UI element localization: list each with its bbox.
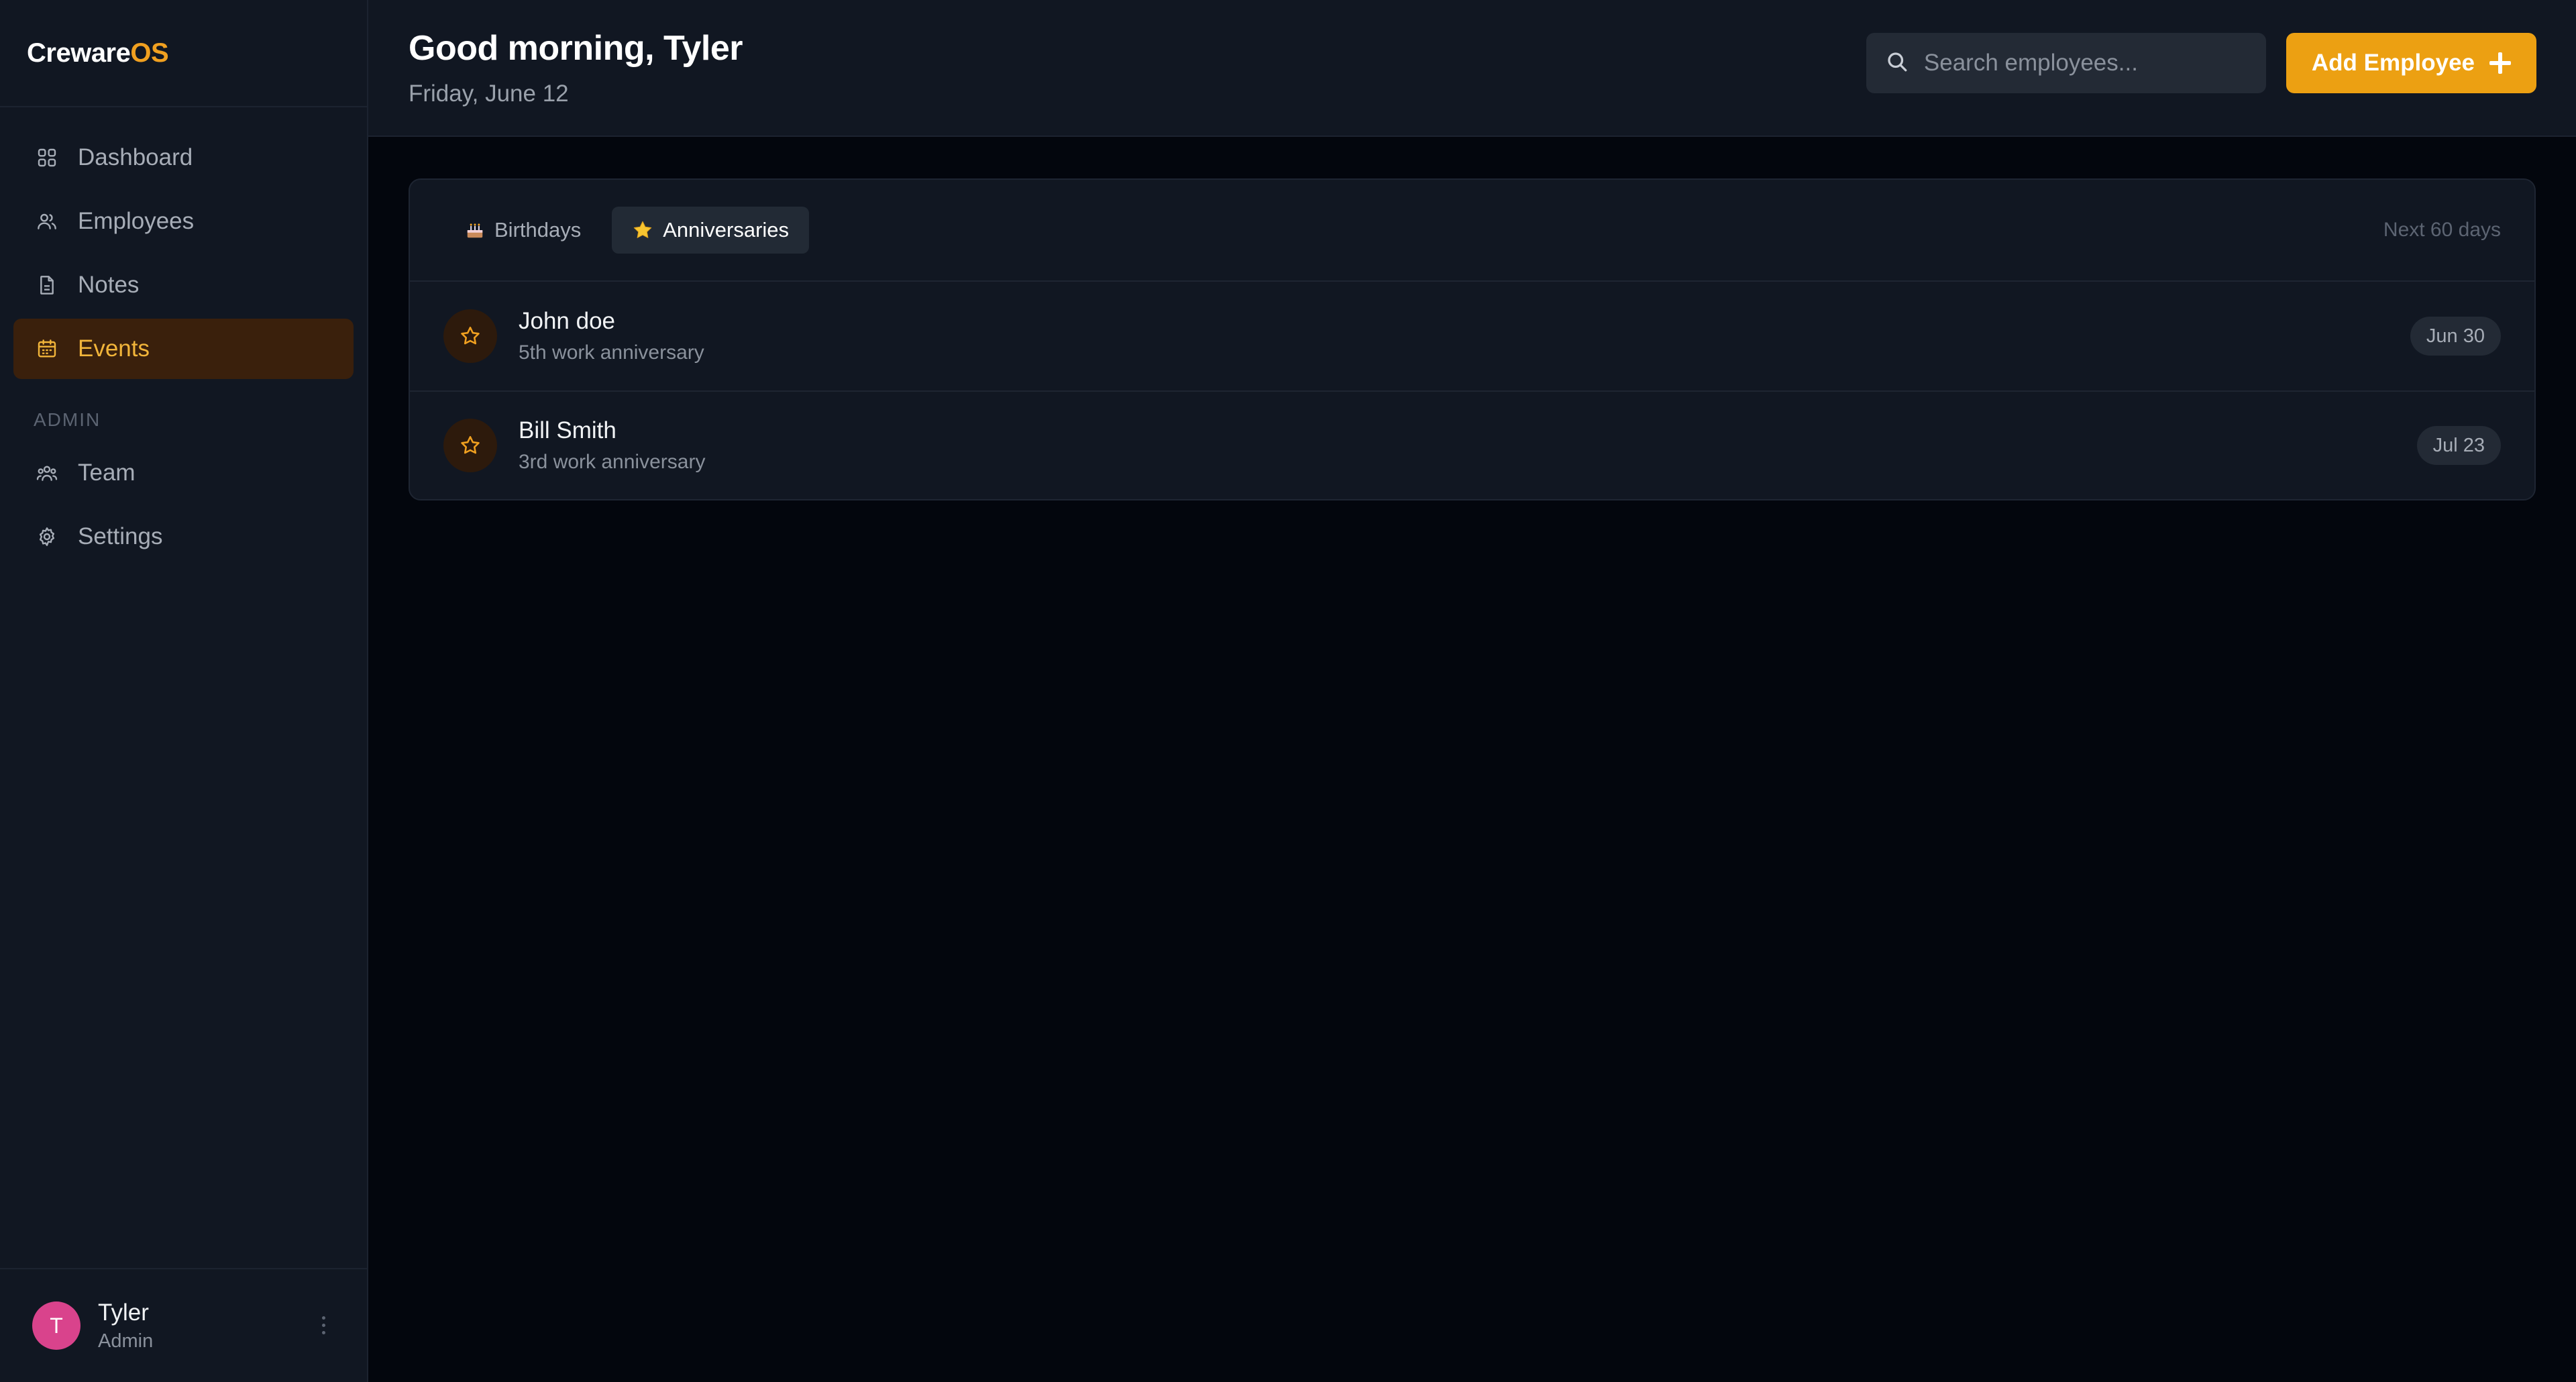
- top-bar: Good morning, Tyler Friday, June 12 Add …: [368, 0, 2576, 137]
- events-card: Birthdays Anniversaries Next 60 days Joh…: [409, 178, 2536, 500]
- events-card-header: Birthdays Anniversaries Next 60 days: [410, 180, 2534, 282]
- tab-anniversaries[interactable]: Anniversaries: [612, 207, 810, 254]
- page-title: Good morning, Tyler: [409, 29, 743, 68]
- plus-icon: [2489, 52, 2511, 74]
- sidebar-item-label: Events: [78, 335, 150, 362]
- list-item[interactable]: Bill Smith 3rd work anniversary Jul 23: [410, 390, 2534, 499]
- date-range-label: Next 60 days: [2383, 219, 2501, 241]
- sidebar-item-dashboard[interactable]: Dashboard: [13, 127, 354, 188]
- employee-name: Bill Smith: [519, 417, 616, 443]
- star-icon: [443, 309, 497, 363]
- user-name: Tyler: [98, 1299, 149, 1326]
- users-icon: [35, 209, 59, 233]
- sidebar-item-settings[interactable]: Settings: [13, 507, 354, 567]
- event-date-badge: Jun 30: [2410, 317, 2501, 356]
- avatar: T: [32, 1301, 80, 1350]
- sidebar-item-label: Dashboard: [78, 144, 193, 170]
- more-options-icon[interactable]: [320, 1316, 327, 1334]
- events-tabs: Birthdays Anniversaries: [445, 207, 810, 254]
- document-icon: [35, 273, 59, 297]
- search-icon: [1885, 50, 1909, 77]
- grid-icon: [35, 146, 59, 170]
- sidebar-nav: Dashboard Employees Notes Events ADMIN T…: [0, 107, 367, 570]
- sidebar-item-employees[interactable]: Employees: [13, 191, 354, 252]
- app-root: Creware OS Dashboard Employees Notes Eve…: [0, 0, 2576, 1382]
- sidebar-item-notes[interactable]: Notes: [13, 255, 354, 315]
- event-detail: 3rd work anniversary: [519, 451, 706, 473]
- current-date: Friday, June 12: [409, 81, 569, 107]
- search-box: [1866, 33, 2266, 93]
- event-detail: 5th work anniversary: [519, 341, 704, 364]
- add-employee-label: Add Employee: [2311, 50, 2475, 76]
- greeting-block: Good morning, Tyler Friday, June 12: [409, 28, 743, 107]
- brand-name-accent: OS: [130, 38, 169, 68]
- search-input[interactable]: [1923, 50, 2246, 76]
- tab-label: Birthdays: [494, 218, 582, 242]
- brand-logo[interactable]: Creware OS: [0, 0, 367, 107]
- star-icon: [632, 219, 653, 241]
- user-role: Admin: [98, 1330, 154, 1352]
- sidebar-item-label: Settings: [78, 523, 163, 549]
- sidebar-item-label: Team: [78, 460, 136, 486]
- main-area: Good morning, Tyler Friday, June 12 Add …: [368, 0, 2576, 1382]
- top-actions: Add Employee: [1866, 33, 2536, 93]
- event-date-badge: Jul 23: [2416, 426, 2501, 465]
- content: Birthdays Anniversaries Next 60 days Joh…: [368, 137, 2576, 500]
- tab-label: Anniversaries: [663, 218, 790, 242]
- sidebar-item-label: Notes: [78, 272, 140, 298]
- brand-name-primary: Creware: [27, 38, 131, 68]
- sidebar: Creware OS Dashboard Employees Notes Eve…: [0, 0, 368, 1382]
- employee-name: John doe: [519, 308, 616, 334]
- team-icon: [35, 461, 59, 485]
- tab-birthdays[interactable]: Birthdays: [445, 207, 601, 254]
- sidebar-item-label: Employees: [78, 208, 195, 234]
- list-item[interactable]: John doe 5th work anniversary Jun 30: [410, 282, 2534, 390]
- user-info: Tyler Admin: [98, 1299, 153, 1352]
- user-profile[interactable]: T Tyler Admin: [0, 1268, 367, 1382]
- gear-icon: [35, 525, 59, 549]
- sidebar-section-admin: ADMIN: [34, 409, 101, 430]
- cake-icon: [465, 220, 485, 240]
- sidebar-item-team[interactable]: Team: [13, 443, 354, 503]
- add-employee-button[interactable]: Add Employee: [2286, 33, 2536, 93]
- sidebar-item-events[interactable]: Events: [13, 319, 354, 379]
- calendar-icon: [35, 337, 59, 361]
- star-icon: [443, 419, 497, 472]
